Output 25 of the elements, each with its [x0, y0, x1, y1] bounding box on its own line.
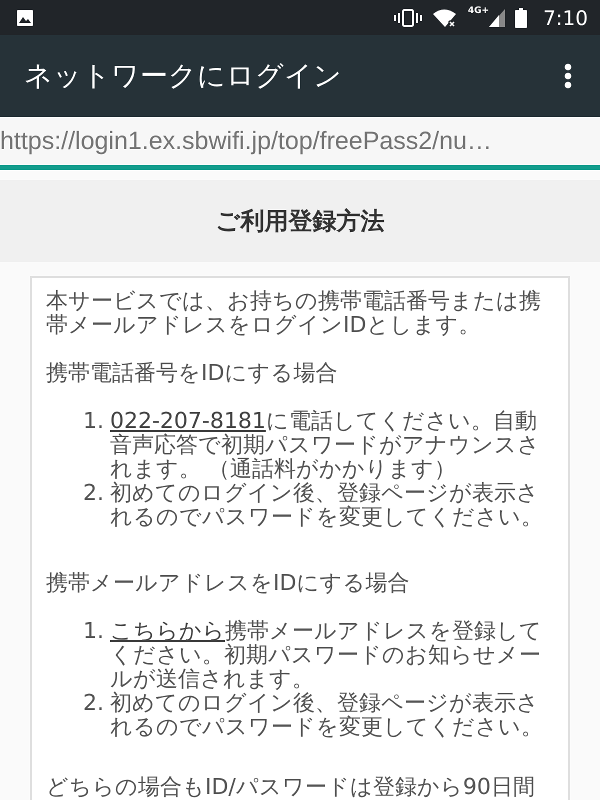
- signal-icon: [489, 8, 506, 26]
- clock: 7:10: [543, 6, 588, 30]
- step-number: 1.: [82, 620, 105, 646]
- step-number: 1.: [82, 410, 105, 436]
- vibrate-icon: [394, 8, 422, 28]
- step-number: 2.: [82, 692, 105, 718]
- step-text: 初めてのログイン後、登録ページが表示されるのでパスワードを変更してください。: [110, 482, 544, 530]
- link[interactable]: 022-207-8181: [110, 409, 266, 434]
- wifi-off-icon: [432, 8, 458, 28]
- intro-paragraph: 本サービスでは、お持ちの携帯電話番号または携帯メールアドレスをログインIDとします。: [46, 290, 542, 338]
- page-heading: ご利用登録方法: [216, 206, 384, 237]
- step-text: 022-207-8181に電話してください。自動音声応答で初期パスワードがアナウンスされます。 （通話料がかかります）: [110, 410, 541, 482]
- step-number: 2.: [82, 482, 105, 508]
- network-type: 4G+: [468, 6, 490, 16]
- image-icon: [16, 8, 34, 26]
- battery-icon: [515, 8, 528, 28]
- more-options-icon[interactable]: [564, 63, 572, 89]
- section-title: 携帯メールアドレスをIDにする場合: [46, 572, 410, 596]
- step-text: こちらから 携帯メールアドレスを登録してください。初期パスワードのお知らせメールが送信されます。: [110, 620, 543, 692]
- note-paragraph: どちらの場合もID/パスワードは登録から90日間: [46, 776, 536, 800]
- step-text: 初めてのログイン後、登録ページが表示されるのでパスワードを変更してください。: [110, 692, 544, 740]
- link[interactable]: こちらから: [110, 619, 225, 644]
- app-title: ネットワークにログイン: [24, 58, 342, 94]
- section-title: 携帯電話番号をIDにする場合: [46, 362, 338, 386]
- page-url: https://login1.ex.sbwifi.jp/top/freePass2/nu…: [0, 126, 492, 156]
